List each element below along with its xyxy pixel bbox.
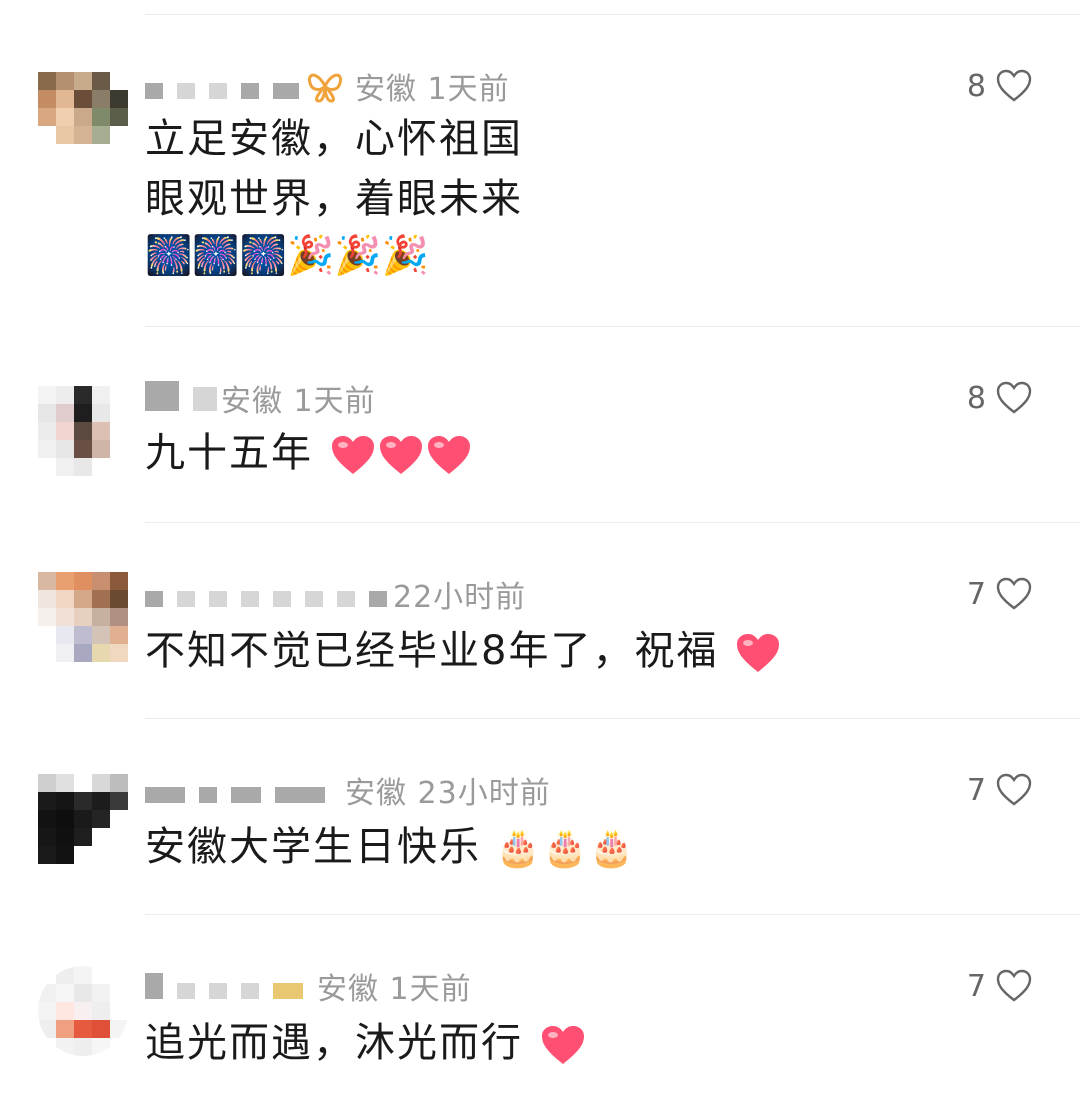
comment-item: 安徽 1天前 8 九十五年 (0, 378, 1080, 518)
comment-item: 22小时前 7 不知不觉已经毕业8年了，祝福 (0, 572, 1080, 714)
heart-icon (737, 634, 780, 672)
like-button[interactable]: 7 (967, 966, 1032, 1006)
like-count: 8 (966, 380, 986, 416)
location-time: 22小时前 (393, 580, 527, 615)
heart-outline-icon (996, 381, 1032, 414)
comment-meta: 安徽 1天前 (145, 966, 472, 1007)
username-blurred[interactable] (145, 73, 299, 99)
like-count: 8 (966, 68, 986, 104)
comment-text-content: 追光而遇，沐光而行 (145, 1020, 523, 1066)
heart-outline-icon (996, 69, 1032, 102)
comment-meta: 安徽 23小时前 (145, 770, 551, 811)
avatar[interactable] (38, 572, 128, 662)
location-time: 安徽 1天前 (221, 384, 376, 419)
divider (145, 718, 1080, 719)
heart-outline-icon (996, 969, 1032, 1002)
avatar[interactable] (38, 72, 128, 162)
heart-outline-icon (996, 577, 1032, 610)
heart-outline-icon (996, 773, 1032, 806)
comment-text-content: 安徽大学生日快乐 (145, 824, 481, 870)
like-count: 7 (966, 968, 986, 1004)
username-blurred[interactable] (145, 777, 325, 803)
comment-meta: 安徽 1天前 (145, 378, 376, 419)
username-blurred[interactable] (145, 381, 217, 411)
comment-text-line: 眼观世界，着眼未来 (145, 176, 523, 222)
divider (145, 914, 1080, 915)
comment-item: 安徽 1天前 7 追光而遇，沐光而行 (0, 966, 1080, 1106)
like-button[interactable]: 8 (967, 66, 1032, 106)
heart-icon (331, 436, 374, 474)
like-button[interactable]: 7 (967, 770, 1032, 810)
comment-text: 追光而遇，沐光而行 (145, 1016, 586, 1070)
username-blurred[interactable] (145, 581, 387, 607)
comment-text: 安徽大学生日快乐 🎂🎂🎂 (145, 820, 636, 876)
comment-text: 九十五年 (145, 426, 472, 480)
butterfly-badge-icon (307, 73, 343, 103)
heart-icon (379, 436, 422, 474)
cake-emoji-row: 🎂🎂🎂 (495, 828, 637, 869)
heart-icon (541, 1026, 584, 1064)
comment-item: 安徽 1天前 8 立足安徽，心怀祖国 眼观世界，着眼未来 🎆🎆🎆🎉🎉🎉 (0, 66, 1080, 326)
like-button[interactable]: 7 (967, 574, 1032, 614)
location-time: 安徽 1天前 (355, 72, 510, 107)
location-time: 安徽 23小时前 (345, 776, 551, 811)
avatar[interactable] (38, 774, 128, 864)
comment-item: 安徽 23小时前 7 安徽大学生日快乐 🎂🎂🎂 (0, 770, 1080, 910)
comment-meta: 安徽 1天前 (145, 66, 510, 107)
like-count: 7 (966, 772, 986, 808)
emoji-row: 🎆🎆🎆🎉🎉🎉 (145, 233, 429, 277)
location-time: 安徽 1天前 (317, 972, 472, 1007)
comment-text: 不知不觉已经毕业8年了，祝福 (145, 624, 781, 678)
heart-icon (427, 436, 470, 474)
avatar[interactable] (38, 966, 128, 1056)
divider (145, 326, 1080, 327)
avatar[interactable] (38, 386, 128, 476)
comment-text-content: 不知不觉已经毕业8年了，祝福 (145, 628, 719, 674)
comment-text-content: 九十五年 (145, 430, 313, 476)
username-blurred[interactable] (145, 973, 303, 999)
comment-text-line: 立足安徽，心怀祖国 (145, 116, 523, 162)
comment-meta: 22小时前 (145, 574, 527, 615)
like-button[interactable]: 8 (967, 378, 1032, 418)
like-count: 7 (966, 576, 986, 612)
top-divider (145, 14, 1080, 15)
divider (145, 522, 1080, 523)
